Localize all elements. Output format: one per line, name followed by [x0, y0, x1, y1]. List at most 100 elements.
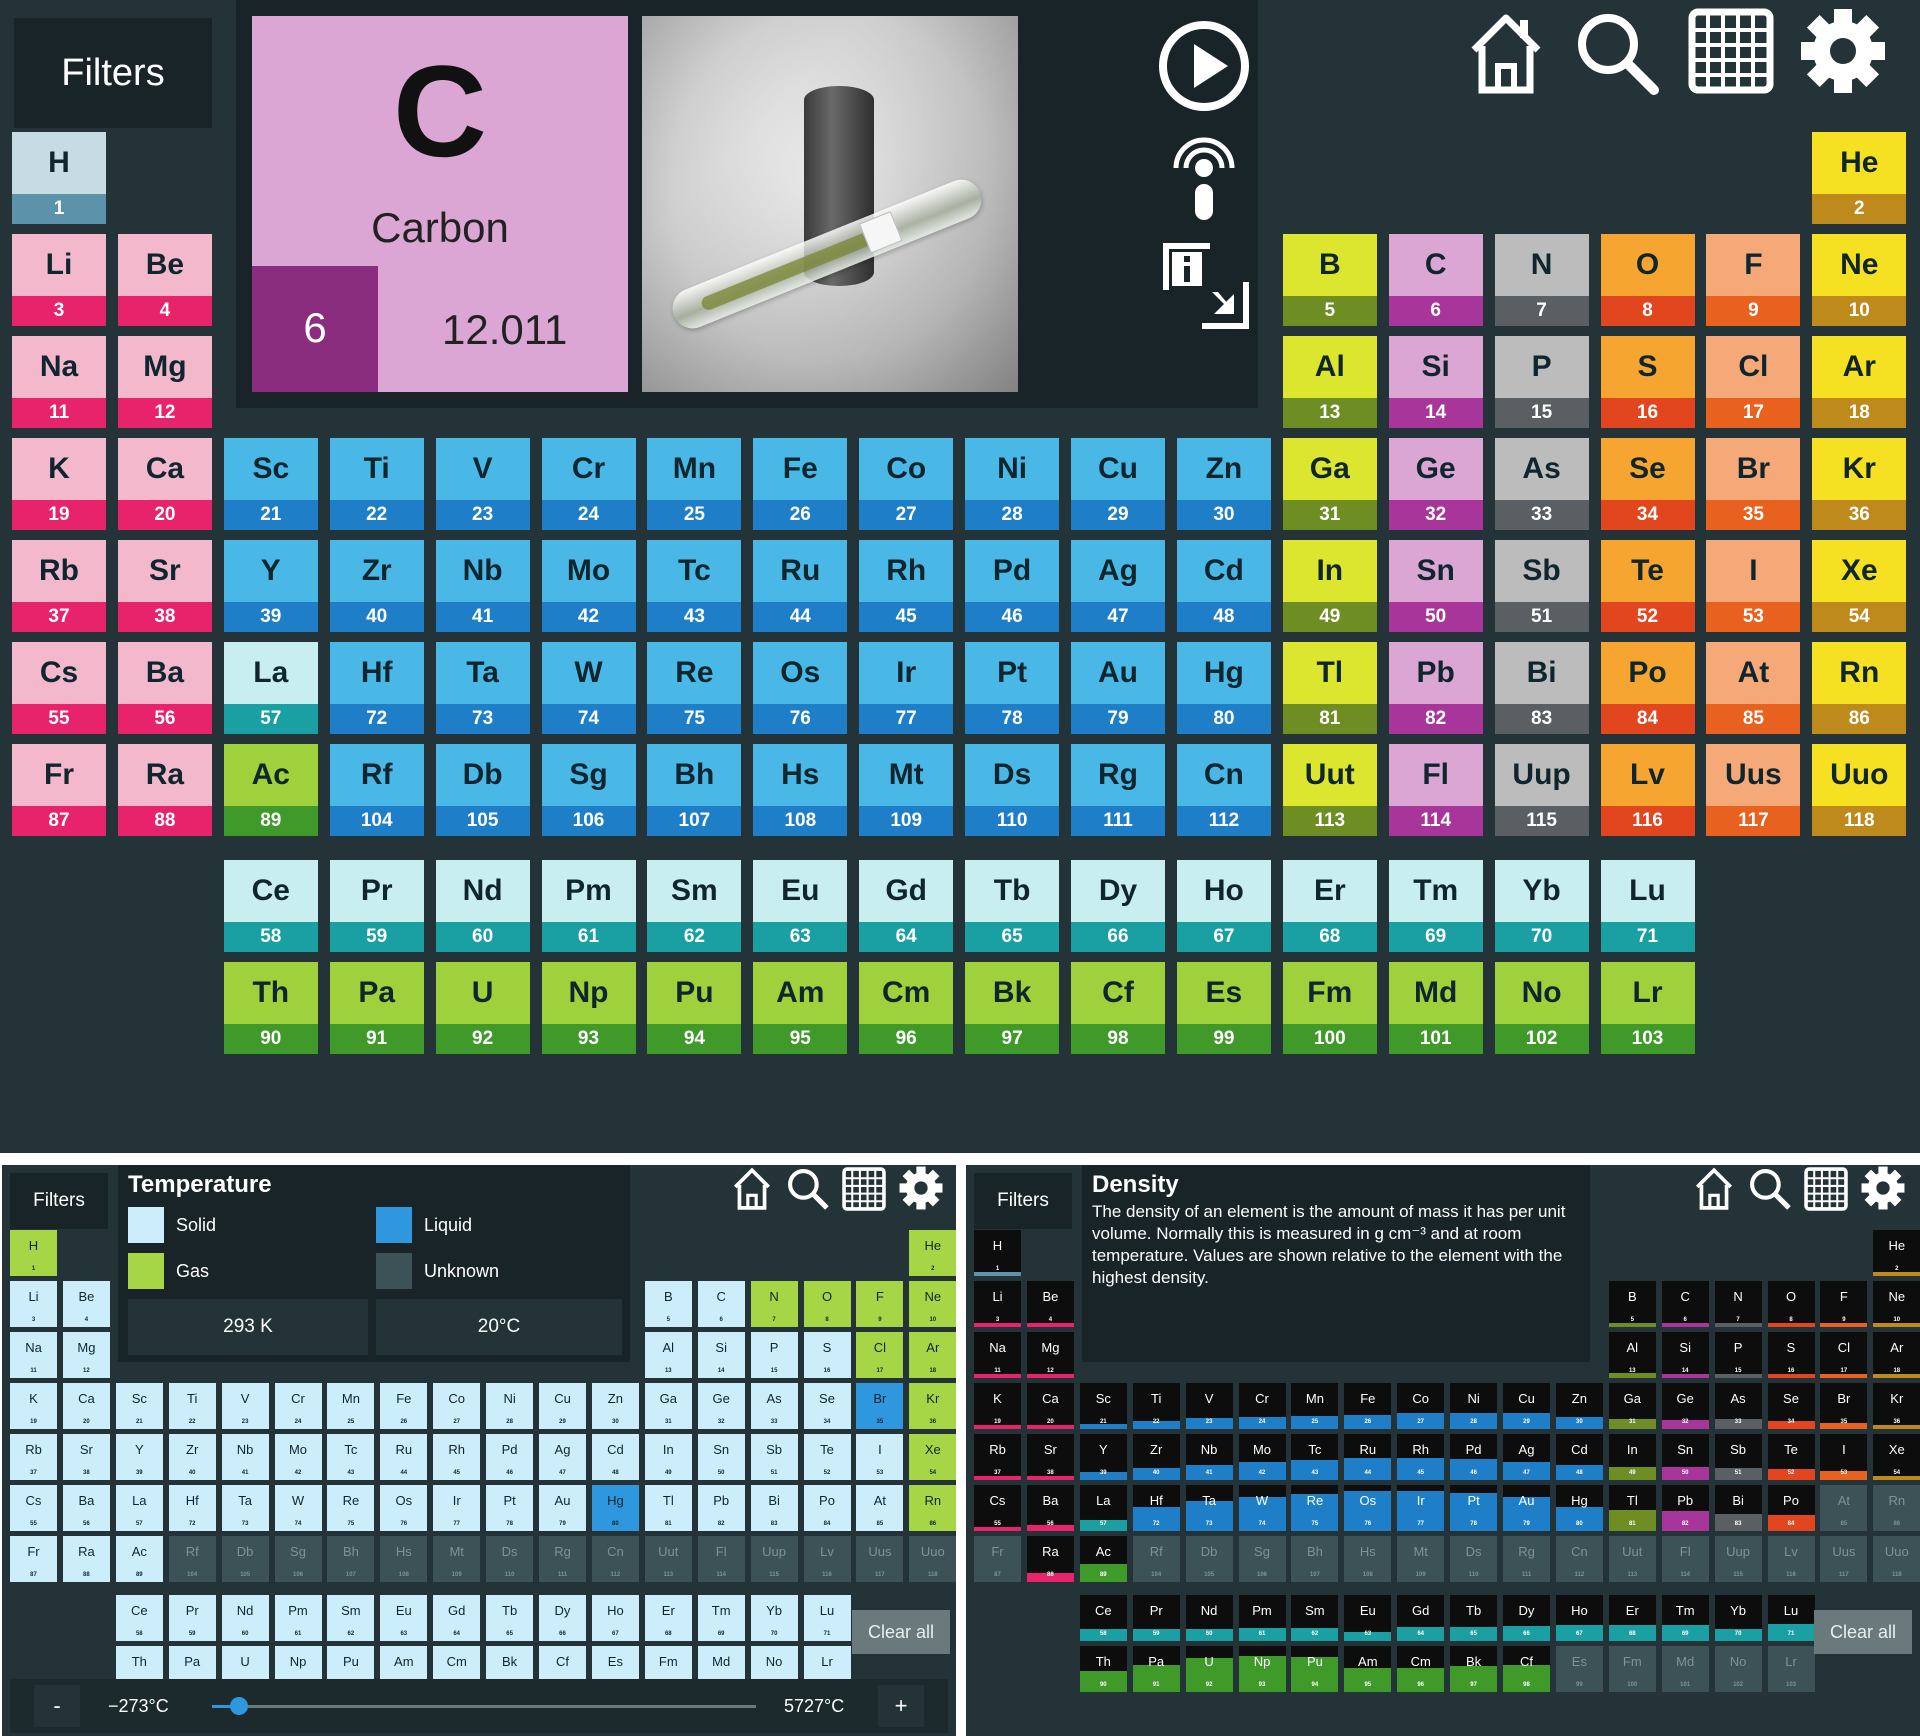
element-cell-sc[interactable]: Sc 21	[1079, 1383, 1127, 1429]
element-cell-lu[interactable]: Lu 71	[1767, 1595, 1815, 1641]
element-cell-re[interactable]: Re 75	[327, 1485, 375, 1531]
element-cell-pa[interactable]: Pa 91	[329, 962, 424, 1054]
element-cell-v[interactable]: V 23	[435, 438, 530, 530]
element-cell-br[interactable]: Br 35	[1706, 438, 1801, 530]
element-cell-sm[interactable]: Sm 62	[327, 1595, 375, 1641]
element-cell-y[interactable]: Y 39	[1079, 1434, 1127, 1480]
element-cell-k[interactable]: K 19	[12, 438, 106, 530]
element-cell-au[interactable]: Au 79	[1071, 642, 1165, 734]
element-cell-re[interactable]: Re 75	[1291, 1485, 1339, 1531]
element-cell-er[interactable]: Er 68	[644, 1595, 692, 1641]
home-icon[interactable]	[730, 1165, 774, 1211]
element-cell-sr[interactable]: Sr 38	[62, 1434, 110, 1480]
element-cell-bh[interactable]: Bh 107	[647, 744, 742, 836]
element-cell-al[interactable]: Al 13	[1282, 336, 1377, 428]
element-cell-pr[interactable]: Pr 59	[329, 860, 424, 952]
element-cell-tl[interactable]: Tl 81	[1608, 1485, 1656, 1531]
element-cell-rf[interactable]: Rf 104	[329, 744, 424, 836]
element-cell-mn[interactable]: Mn 25	[327, 1383, 375, 1429]
element-cell-am[interactable]: Am 95	[753, 962, 848, 1054]
element-cell-ba[interactable]: Ba 56	[117, 642, 212, 734]
element-cell-hf[interactable]: Hf 72	[329, 642, 424, 734]
element-cell-bi[interactable]: Bi 83	[1714, 1485, 1762, 1531]
play-icon[interactable]	[1156, 18, 1252, 114]
element-cell-ge[interactable]: Ge 32	[697, 1383, 745, 1429]
grid-icon[interactable]	[1804, 1167, 1848, 1211]
element-cell-hs[interactable]: Hs 108	[1344, 1536, 1392, 1582]
element-cell-ac[interactable]: Ac 89	[223, 744, 318, 836]
element-cell-as[interactable]: As 33	[750, 1383, 798, 1429]
element-cell-br[interactable]: Br 35	[856, 1383, 904, 1429]
element-cell-yb[interactable]: Yb 70	[750, 1595, 798, 1641]
element-cell-he[interactable]: He 2	[1812, 132, 1907, 224]
element-cell-ag[interactable]: Ag 47	[1503, 1434, 1550, 1480]
element-cell-pd[interactable]: Pd 46	[1450, 1434, 1498, 1480]
element-cell-uup[interactable]: Uup 115	[1714, 1536, 1762, 1582]
audio-icon[interactable]	[1164, 128, 1244, 224]
element-cell-fl[interactable]: Fl 114	[1388, 744, 1483, 836]
element-cell-po[interactable]: Po 84	[1600, 642, 1695, 734]
element-cell-bk[interactable]: Bk 97	[965, 962, 1060, 1054]
element-cell-uus[interactable]: Uus 117	[856, 1536, 904, 1582]
element-cell-ti[interactable]: Ti 22	[168, 1383, 216, 1429]
element-cell-hs[interactable]: Hs 108	[753, 744, 848, 836]
element-cell-pm[interactable]: Pm 61	[541, 860, 636, 952]
slider-thumb[interactable]	[230, 1697, 249, 1715]
element-cell-mo[interactable]: Mo 42	[541, 540, 636, 632]
element-cell-sb[interactable]: Sb 51	[750, 1434, 798, 1480]
element-cell-s[interactable]: S 16	[1767, 1332, 1815, 1378]
element-cell-w[interactable]: W 74	[274, 1485, 322, 1531]
element-cell-ta[interactable]: Ta 73	[435, 642, 530, 734]
element-cell-ds[interactable]: Ds 110	[1450, 1536, 1498, 1582]
element-cell-pt[interactable]: Pt 78	[1450, 1485, 1498, 1531]
element-cell-ce[interactable]: Ce 58	[223, 860, 318, 952]
element-cell-ta[interactable]: Ta 73	[1185, 1485, 1233, 1531]
element-cell-c[interactable]: C6	[697, 1281, 745, 1327]
element-cell-be[interactable]: Be 4	[1026, 1281, 1074, 1327]
element-cell-ba[interactable]: Ba 56	[1026, 1485, 1074, 1531]
element-cell-ne[interactable]: Ne 10	[909, 1281, 956, 1327]
element-cell-uut[interactable]: Uut 113	[1608, 1536, 1656, 1582]
element-cell-ho[interactable]: Ho 67	[591, 1595, 639, 1641]
element-cell-fr[interactable]: Fr 87	[974, 1536, 1021, 1582]
element-cell-rg[interactable]: Rg 111	[539, 1536, 586, 1582]
element-cell-p[interactable]: P 15	[1714, 1332, 1762, 1378]
element-cell-tl[interactable]: Tl 81	[644, 1485, 692, 1531]
legend-liquid[interactable]	[376, 1207, 412, 1243]
element-cell-f[interactable]: F9	[856, 1281, 904, 1327]
element-cell-lu[interactable]: Lu 71	[1600, 860, 1695, 952]
element-cell-in[interactable]: In 49	[1608, 1434, 1656, 1480]
element-cell-tc[interactable]: Tc 43	[647, 540, 742, 632]
element-cell-ar[interactable]: Ar 18	[909, 1332, 956, 1378]
element-cell-pu[interactable]: Pu 94	[647, 962, 742, 1054]
element-cell-re[interactable]: Re 75	[647, 642, 742, 734]
element-cell-ru[interactable]: Ru 44	[380, 1434, 428, 1480]
element-cell-os[interactable]: Os 76	[380, 1485, 428, 1531]
element-cell-uut[interactable]: Uut 113	[1282, 744, 1377, 836]
element-cell-p[interactable]: P 15	[750, 1332, 798, 1378]
element-cell-pr[interactable]: Pr 59	[1132, 1595, 1180, 1641]
element-cell-os[interactable]: Os 76	[1344, 1485, 1392, 1531]
element-cell-ca[interactable]: Ca 20	[62, 1383, 110, 1429]
element-cell-sn[interactable]: Sn 50	[1388, 540, 1483, 632]
element-cell-pb[interactable]: Pb 82	[697, 1485, 745, 1531]
element-cell-uut[interactable]: Uut 113	[644, 1536, 692, 1582]
element-cell-li[interactable]: Li 3	[10, 1281, 57, 1327]
element-cell-th[interactable]: Th 90	[1079, 1646, 1127, 1692]
element-cell-ge[interactable]: Ge 32	[1388, 438, 1483, 530]
element-cell-ir[interactable]: Ir 77	[859, 642, 954, 734]
element-cell-at[interactable]: At 85	[856, 1485, 904, 1531]
element-cell-f[interactable]: F9	[1706, 234, 1801, 326]
element-cell-nd[interactable]: Nd 60	[435, 860, 530, 952]
element-cell-cs[interactable]: Cs 55	[12, 642, 106, 734]
element-cell-as[interactable]: As 33	[1494, 438, 1589, 530]
element-cell-n[interactable]: N7	[1714, 1281, 1762, 1327]
element-cell-cm[interactable]: Cm 96	[1397, 1646, 1445, 1692]
gear-icon[interactable]	[898, 1165, 944, 1211]
element-cell-uuo[interactable]: Uuo 118	[909, 1536, 956, 1582]
element-cell-mg[interactable]: Mg 12	[117, 336, 212, 428]
element-cell-dy[interactable]: Dy 66	[539, 1595, 586, 1641]
element-cell-mn[interactable]: Mn 25	[1291, 1383, 1339, 1429]
element-cell-eu[interactable]: Eu 63	[753, 860, 848, 952]
element-cell-zn[interactable]: Zn 30	[1176, 438, 1271, 530]
